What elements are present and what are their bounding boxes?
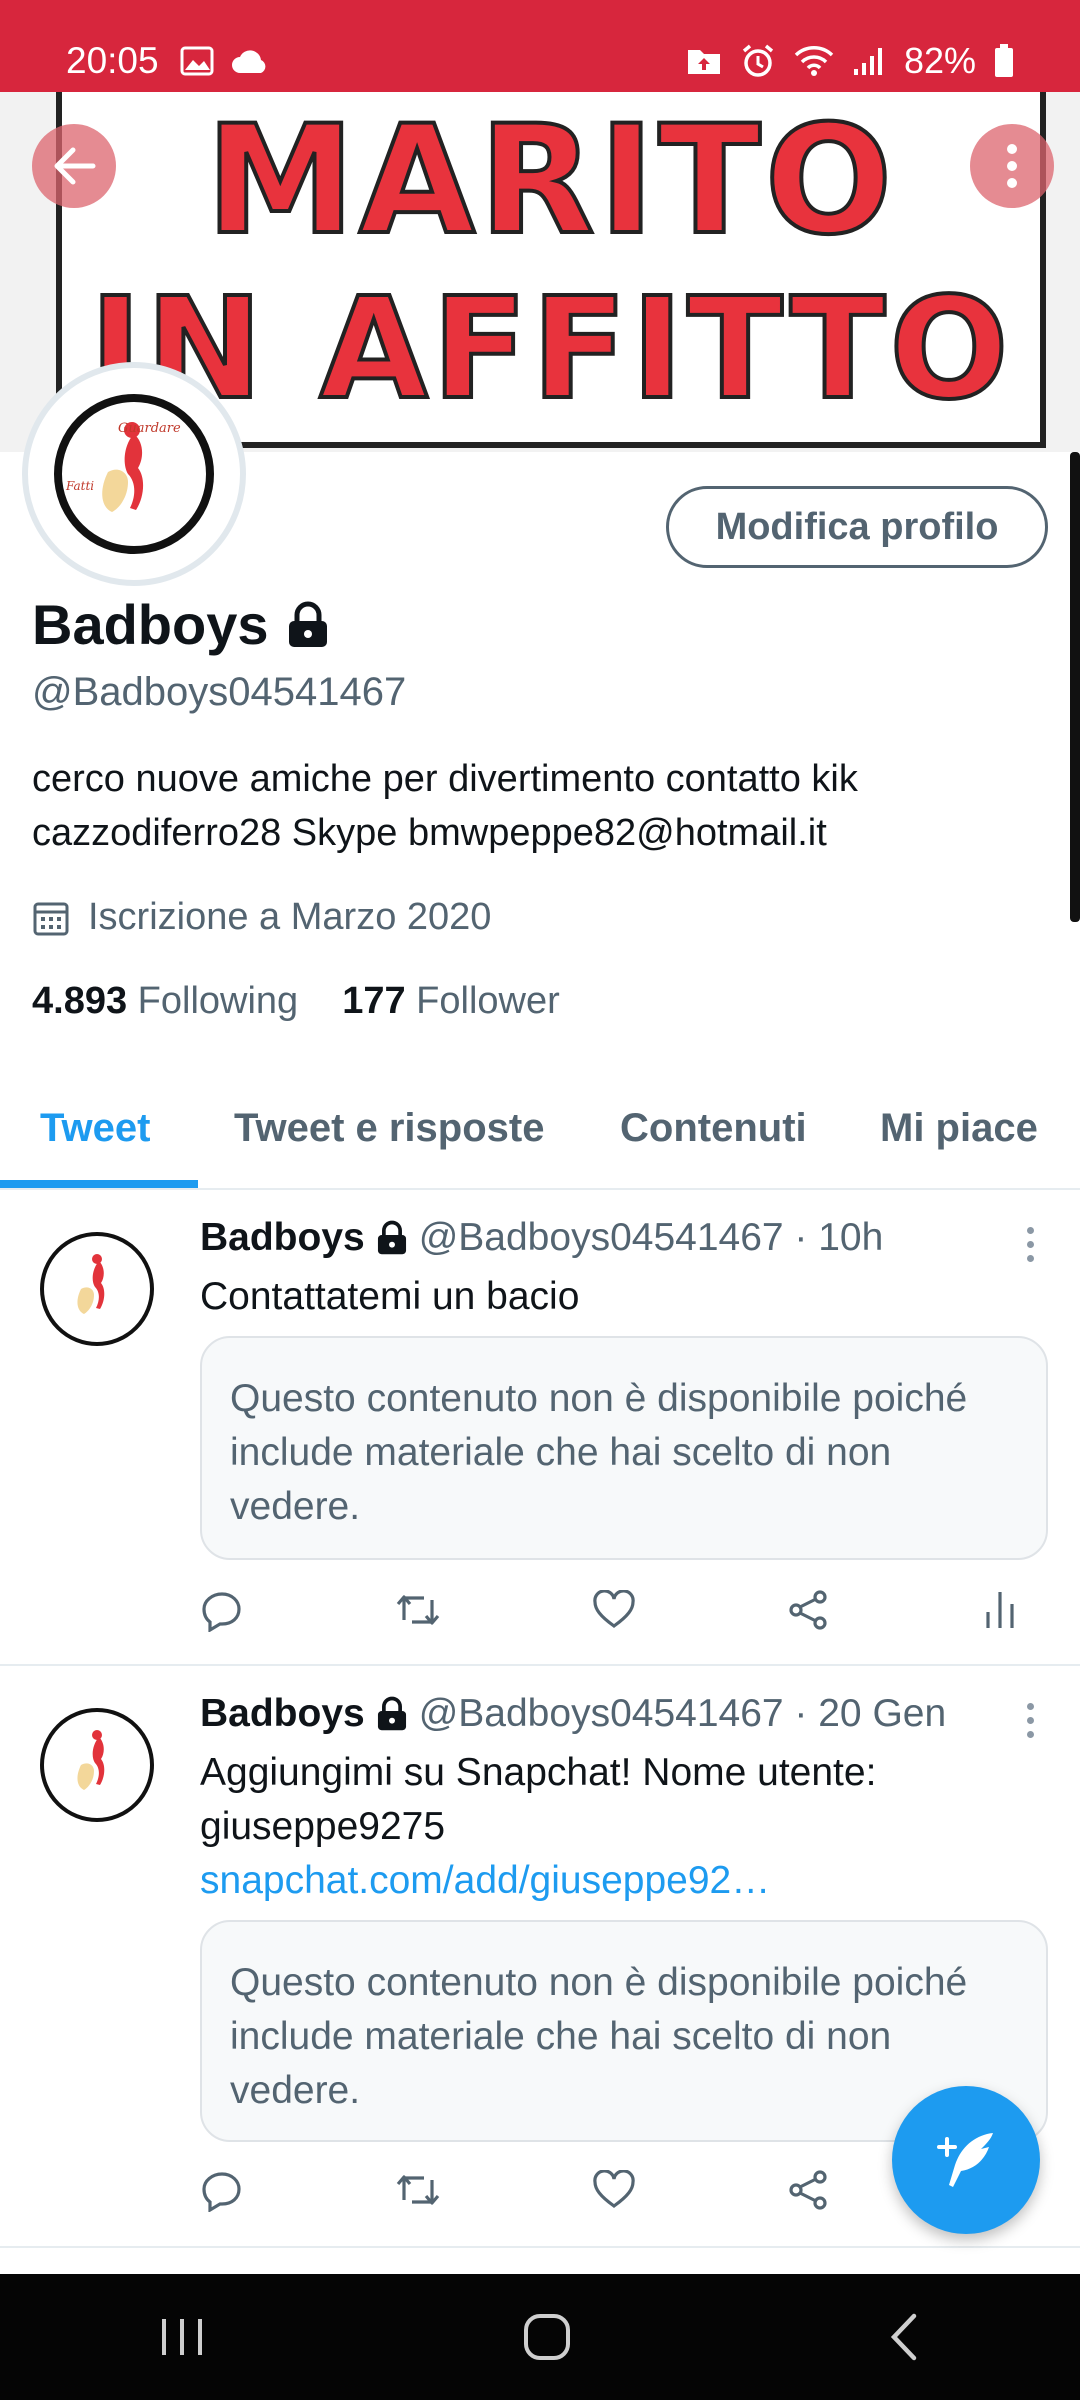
system-navigation-bar — [0, 2274, 1080, 2400]
avatar-image — [77, 1254, 105, 1314]
share-icon[interactable] — [786, 2168, 830, 2212]
heart-icon[interactable] — [592, 2170, 636, 2210]
tweet-more-button[interactable] — [1010, 1214, 1050, 1274]
joined-date: Iscrizione a Marzo 2020 — [88, 896, 492, 938]
lock-icon — [288, 601, 327, 647]
cloud-icon — [232, 50, 266, 73]
follow-stats: 4.893 Following 177 Follower — [32, 980, 560, 1023]
tweet-text: Aggiungimi su Snapchat! Nome utente: giu… — [200, 1746, 920, 1908]
back-button[interactable] — [32, 124, 116, 208]
tweet-avatar[interactable] — [40, 1232, 154, 1346]
follower-stat[interactable]: 177 Follower — [342, 980, 560, 1023]
reply-icon[interactable] — [200, 2168, 244, 2212]
battery-icon — [995, 44, 1013, 77]
recent-apps-icon[interactable] — [158, 2315, 206, 2359]
wifi-icon — [794, 46, 834, 76]
banner-text-line1: MARITO — [204, 92, 897, 270]
avatar-text-left: Fatti — [65, 479, 94, 493]
profile-display-name: Badboys — [32, 593, 269, 656]
tweet-text-body: Aggiungimi su Snapchat! Nome utente: giu… — [200, 1751, 877, 1848]
more-options-button[interactable] — [970, 124, 1054, 208]
retweet-icon[interactable] — [394, 1590, 442, 1630]
scroll-indicator — [1070, 452, 1080, 922]
folder-upload-icon — [687, 50, 720, 74]
battery-percent: 82% — [903, 40, 976, 81]
heart-icon[interactable] — [592, 1590, 636, 1630]
following-count: 4.893 — [32, 980, 128, 1022]
following-stat[interactable]: 4.893 Following — [32, 980, 298, 1023]
follower-label: Follower — [416, 980, 560, 1022]
analytics-icon[interactable] — [980, 1588, 1020, 1632]
status-bar: 20:05 82% — [0, 0, 1080, 92]
avatar-text-top: Guardare — [118, 421, 181, 436]
tweet-meta: @Badboys04541467 · 10h — [418, 1216, 884, 1259]
signal-icon — [853, 48, 882, 75]
lock-icon — [377, 1696, 406, 1731]
share-icon[interactable] — [786, 1588, 830, 1632]
status-time: 20:05 — [66, 40, 159, 81]
tweet-meta: @Badboys04541467 · 20 Gen — [418, 1692, 947, 1735]
tab-tweet[interactable]: Tweet — [40, 1106, 150, 1151]
tweet-hidden-content-notice: Questo contenuto non è disponibile poich… — [200, 1336, 1048, 1560]
retweet-icon[interactable] — [394, 2170, 442, 2210]
profile-avatar[interactable]: Guardare Fatti — [22, 362, 246, 586]
calendar-icon — [33, 902, 69, 935]
avatar-image: Guardare Fatti — [54, 394, 214, 554]
tab-contenuti[interactable]: Contenuti — [620, 1106, 807, 1151]
arrow-left-icon — [54, 147, 96, 185]
profile-handle: @Badboys04541467 — [32, 670, 407, 714]
profile-name-row: Badboys — [32, 592, 331, 657]
tweet-item[interactable]: Badboys @Badboys04541467 · 10h Contattat… — [0, 1192, 1080, 1666]
tweet-actions — [200, 1588, 1020, 1632]
joined-date-row: Iscrizione a Marzo 2020 — [32, 896, 491, 939]
active-tab-indicator — [0, 1180, 198, 1188]
tweet-text: Contattatemi un bacio — [200, 1275, 580, 1318]
follower-count: 177 — [342, 980, 406, 1022]
alarm-icon — [742, 44, 774, 77]
following-label: Following — [137, 980, 299, 1022]
tweet-more-button[interactable] — [1010, 1690, 1050, 1750]
edit-profile-button[interactable]: Modifica profilo — [666, 486, 1048, 568]
profile-tabs: Tweet Tweet e risposte Contenuti Mi piac… — [0, 1086, 1080, 1190]
more-vertical-icon — [1007, 144, 1017, 188]
tab-mi-piace[interactable]: Mi piace — [880, 1106, 1038, 1151]
profile-bio: cerco nuove amiche per divertimento cont… — [32, 758, 858, 854]
tweet-author-name[interactable]: Badboys — [200, 1216, 365, 1260]
home-icon[interactable] — [522, 2312, 572, 2362]
lock-icon — [377, 1220, 406, 1255]
avatar-image — [77, 1730, 105, 1790]
tweet-link[interactable]: snapchat.com/add/giuseppe92… — [200, 1859, 770, 1902]
tweet-avatar[interactable] — [40, 1708, 154, 1822]
compose-tweet-button[interactable] — [892, 2086, 1040, 2234]
reply-icon[interactable] — [200, 1588, 244, 1632]
back-nav-icon[interactable] — [888, 2312, 922, 2362]
tab-tweet-e-risposte[interactable]: Tweet e risposte — [234, 1106, 544, 1151]
compose-tweet-icon — [937, 2133, 993, 2187]
tweet-author-name[interactable]: Badboys — [200, 1692, 365, 1736]
gallery-icon — [180, 46, 214, 76]
